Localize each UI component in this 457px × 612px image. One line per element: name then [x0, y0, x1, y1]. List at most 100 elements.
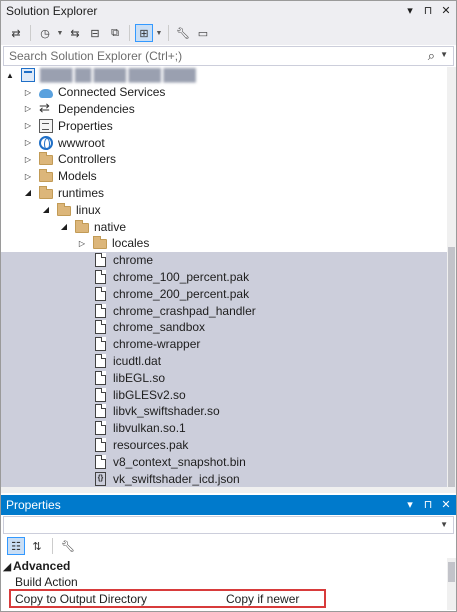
search-icon[interactable]: ⌕: [428, 48, 435, 64]
collapse-arrow-icon[interactable]: ◢: [59, 222, 69, 231]
expand-arrow-icon[interactable]: ▷: [23, 88, 33, 97]
properties-icon: [39, 118, 53, 133]
history-dropdown-icon[interactable]: ▼: [56, 30, 64, 37]
solution-explorer-toolbar: ⇄ ◷ ▼ ⇆ ⊟ ⧉ ⊞ ▼ 🔧︎ ▭: [1, 21, 456, 45]
tree-item[interactable]: ▲ ████ ██ ████ ████ ████: [1, 67, 447, 84]
tree-item[interactable]: chrome_crashpad_handler: [1, 302, 447, 319]
properties-object-selector[interactable]: ▼: [3, 516, 454, 534]
chevron-down-icon[interactable]: ▼: [440, 520, 448, 529]
properties-toolbar: ☷ ⇅ 🔧︎: [1, 536, 456, 556]
file-icon: [95, 320, 106, 335]
tree-item-label: icudtl.dat: [113, 353, 162, 368]
categorized-icon[interactable]: ☷: [7, 537, 25, 555]
expand-arrow-icon[interactable]: ▷: [23, 138, 33, 147]
auto-hide-pin-icon[interactable]: ⊓: [422, 497, 434, 513]
file-icon: [95, 437, 106, 452]
preview-dropdown-icon[interactable]: ▼: [155, 30, 163, 37]
sync-with-document-icon[interactable]: ⇄: [7, 24, 25, 42]
tree-item[interactable]: ▷ locales: [1, 235, 447, 252]
globe-icon: [39, 135, 53, 150]
file-icon: [95, 353, 106, 368]
folder-icon: [57, 202, 71, 216]
file-icon: [95, 421, 106, 436]
tree-item[interactable]: libEGL.so: [1, 369, 447, 387]
toolbar-separator: [168, 25, 169, 41]
category-advanced[interactable]: ◢ Advanced: [1, 558, 447, 574]
solution-tree: ▲ ████ ██ ████ ████ ████ ▷ Connected Servic…: [1, 67, 447, 487]
tree-item[interactable]: ◢ native: [1, 218, 447, 235]
expand-arrow-icon[interactable]: ▷: [23, 172, 33, 181]
tree-horizontal-scrollbar[interactable]: [1, 487, 456, 493]
tree-item[interactable]: ▷ Controllers: [1, 151, 447, 168]
collapse-arrow-icon[interactable]: ◢: [23, 188, 33, 197]
pending-changes-icon[interactable]: ⇆: [66, 24, 84, 42]
dependencies-icon: [39, 100, 53, 116]
folder-icon: [39, 152, 53, 166]
tree-item-label: Controllers: [58, 152, 117, 167]
tree-item[interactable]: ▷ Models: [1, 168, 447, 185]
expand-arrow-icon[interactable]: ▷: [77, 239, 87, 248]
collapse-arrow-icon[interactable]: ◢: [41, 205, 51, 214]
tree-item[interactable]: ▷ Dependencies: [1, 100, 447, 118]
tree-item-label: ████ ██ ████ ████ ████: [40, 68, 196, 83]
collapse-arrow-icon[interactable]: ▲: [5, 71, 15, 80]
tree-item[interactable]: resources.pak: [1, 436, 447, 454]
search-options-dropdown-icon[interactable]: ▼: [440, 50, 448, 59]
close-icon[interactable]: ✕: [440, 3, 452, 19]
expand-arrow-icon[interactable]: ▷: [23, 104, 33, 113]
tree-item[interactable]: chrome-wrapper: [1, 335, 447, 353]
search-placeholder: Search Solution Explorer (Ctrl+;): [9, 49, 183, 63]
tree-item[interactable]: icudtl.dat: [1, 352, 447, 370]
close-icon[interactable]: ✕: [440, 497, 452, 513]
tree-item[interactable]: {} vk_swiftshader_icd.json: [1, 470, 447, 487]
folder-icon: [93, 236, 107, 250]
tree-item-label: chrome-wrapper: [113, 337, 201, 352]
switch-views-icon[interactable]: ▭: [194, 24, 212, 42]
show-all-files-icon[interactable]: ⧉: [106, 24, 124, 42]
expand-arrow-icon[interactable]: ▷: [23, 121, 33, 130]
window-position-dropdown-icon[interactable]: ▾: [404, 497, 416, 513]
scrollbar-thumb[interactable]: [448, 247, 455, 487]
window-position-dropdown-icon[interactable]: ▾: [404, 3, 416, 19]
toolbar-separator: [30, 25, 31, 41]
tree-item[interactable]: ▷ Connected Services: [1, 84, 447, 101]
preview-selected-icon[interactable]: ⊞: [135, 24, 153, 42]
tree-item-label: Connected Services: [58, 85, 166, 100]
property-pages-icon[interactable]: 🔧︎: [59, 537, 77, 555]
tree-item-label: native: [94, 219, 127, 234]
properties-wrench-icon[interactable]: 🔧︎: [174, 24, 192, 42]
alphabetical-icon[interactable]: ⇅: [28, 537, 46, 555]
category-expander-icon[interactable]: ◢: [1, 560, 13, 573]
tree-item[interactable]: ▷ wwwroot: [1, 134, 447, 151]
tree-item[interactable]: chrome: [1, 251, 447, 269]
tree-item[interactable]: ◢ runtimes: [1, 185, 447, 202]
tree-item[interactable]: libvulkan.so.1: [1, 419, 447, 437]
tree-item-label: wwwroot: [58, 135, 105, 150]
file-icon: [95, 303, 106, 318]
tree-item[interactable]: v8_context_snapshot.bin: [1, 453, 447, 471]
scrollbar-thumb[interactable]: [448, 562, 455, 582]
expand-arrow-icon[interactable]: ▷: [23, 155, 33, 164]
tree-item-label: vk_swiftshader_icd.json: [113, 471, 240, 486]
folder-icon: [39, 169, 53, 183]
search-solution-explorer-input[interactable]: Search Solution Explorer (Ctrl+;) ⌕ ▼: [3, 46, 454, 66]
tree-item[interactable]: libvk_swiftshader.so: [1, 403, 447, 420]
tree-item[interactable]: chrome_sandbox: [1, 319, 447, 336]
tree-item[interactable]: chrome_100_percent.pak: [1, 268, 447, 286]
tree-item[interactable]: ▷ Properties: [1, 117, 447, 134]
tree-item[interactable]: chrome_200_percent.pak: [1, 285, 447, 303]
tree-item[interactable]: ◢ linux: [1, 201, 447, 218]
collapse-all-icon[interactable]: ⊟: [86, 24, 104, 42]
solution-explorer-title-bar: Solution Explorer ▾ ⊓ ✕: [1, 1, 456, 21]
cloud-icon: [39, 89, 53, 99]
project-icon: [21, 68, 35, 83]
properties-vertical-scrollbar[interactable]: [447, 558, 456, 610]
tree-item[interactable]: libGLESv2.so: [1, 386, 447, 403]
tree-item-label: libGLESv2.so: [113, 387, 186, 402]
property-row-build-action[interactable]: Build Action: [1, 574, 447, 590]
auto-hide-pin-icon[interactable]: ⊓: [422, 3, 434, 19]
tree-item-label: Properties: [58, 118, 113, 133]
file-icon: [95, 404, 106, 419]
tree-vertical-scrollbar[interactable]: [447, 67, 456, 487]
history-icon[interactable]: ◷: [36, 24, 54, 42]
